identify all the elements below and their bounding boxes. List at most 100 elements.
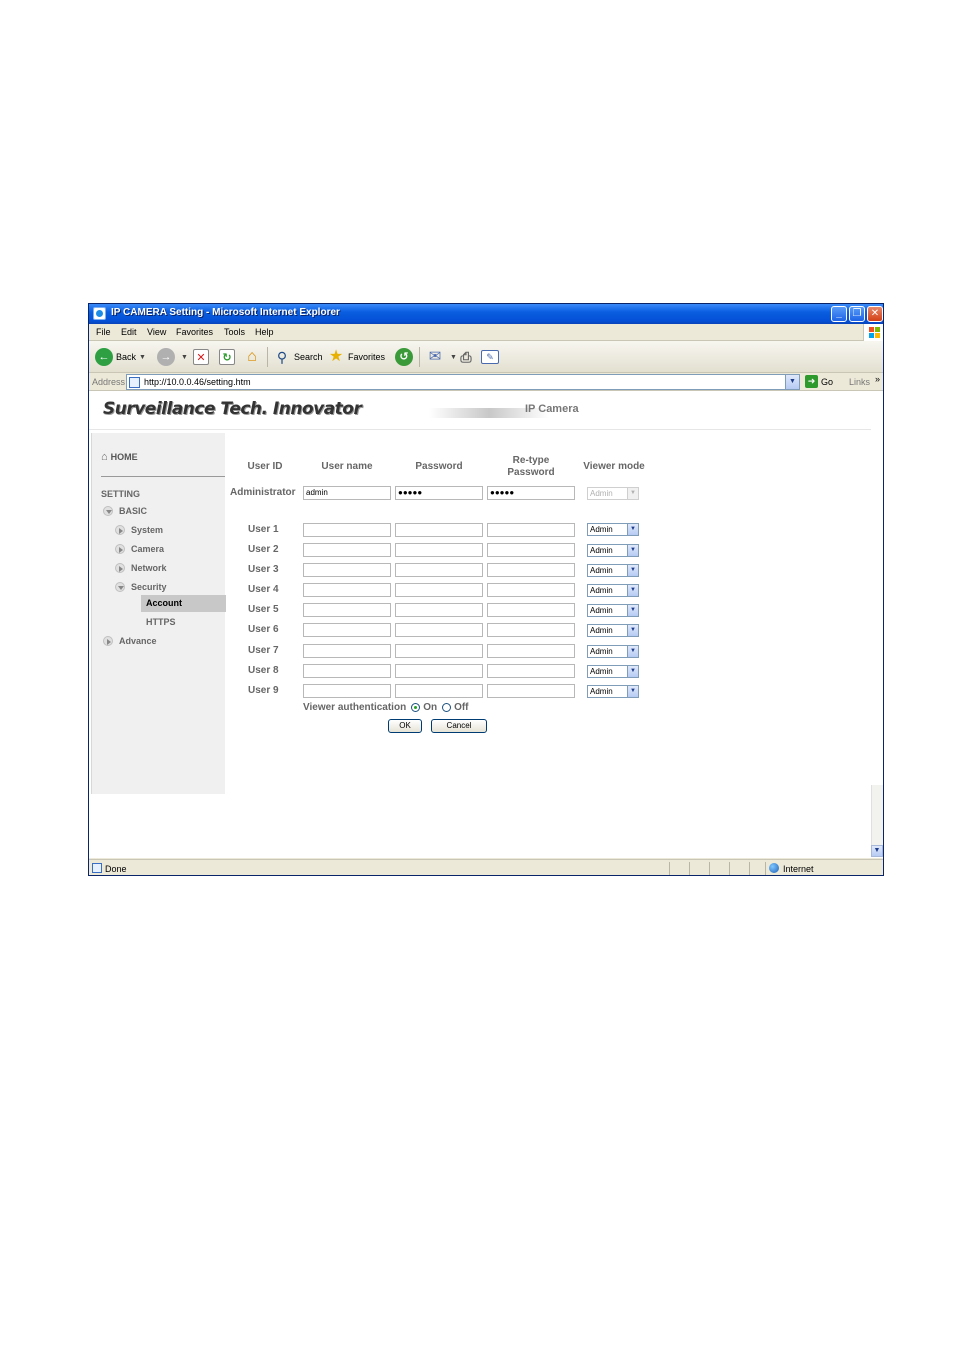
forward-dropdown-icon[interactable]: ▼ [181,354,188,361]
go-button[interactable]: ➜ Go [805,375,833,388]
sidebar-item-home[interactable]: ⌂ HOME [101,451,138,463]
chevron-down-icon[interactable]: ▼ [627,565,638,576]
chevron-down-icon[interactable]: ▼ [627,625,638,636]
user-username-input[interactable] [303,684,391,698]
sidebar-item-https[interactable]: HTTPS [146,617,176,627]
user-username-input[interactable] [303,623,391,637]
user-retype-password-input[interactable] [487,543,575,557]
scroll-down-icon[interactable]: ▼ [871,845,883,857]
user-password-input[interactable] [395,623,483,637]
menu-view[interactable]: View [147,327,166,337]
chevron-down-icon[interactable]: ▼ [627,646,638,657]
mail-dropdown-icon[interactable]: ▼ [450,354,457,361]
search-button[interactable]: ⚲ Search [273,347,323,367]
user-viewer-mode-select[interactable]: Admin ▼ [587,584,639,597]
user-username-input[interactable] [303,603,391,617]
user-password-input[interactable] [395,583,483,597]
admin-retype-password-input[interactable]: ●●●●● [487,486,575,500]
vertical-scrollbar[interactable]: ▼ [871,391,883,858]
user-username-input[interactable] [303,543,391,557]
user-password-input[interactable] [395,684,483,698]
links-chevron-icon[interactable]: » [875,374,880,384]
user-viewer-mode-select[interactable]: Admin ▼ [587,544,639,557]
sidebar-item-camera[interactable]: Camera [115,544,164,554]
user-username-input[interactable] [303,563,391,577]
sidebar-item-advance[interactable]: Advance [103,636,157,646]
user-retype-password-input[interactable] [487,563,575,577]
refresh-button[interactable]: ↻ [219,347,238,367]
sidebar-item-basic[interactable]: BASIC [103,506,147,516]
stop-button[interactable]: ✕ [193,347,212,367]
status-divider [729,862,730,875]
user-viewer-mode-select[interactable]: Admin ▼ [587,523,639,536]
user-viewer-mode-value: Admin [590,687,613,696]
user-username-input[interactable] [303,664,391,678]
menu-help[interactable]: Help [255,327,274,337]
close-button[interactable]: ✕ [867,306,883,322]
chevron-down-icon[interactable]: ▼ [627,686,638,697]
user-retype-password-input[interactable] [487,664,575,678]
viewer-auth-off-label[interactable]: Off [454,702,468,713]
minimize-button[interactable]: _ [831,306,847,322]
user-retype-password-input[interactable] [487,623,575,637]
address-input[interactable]: http://10.0.0.46/setting.htm ▼ [126,374,800,390]
viewer-auth-off-radio[interactable] [442,703,452,712]
user-password-input[interactable] [395,523,483,537]
sidebar-item-network[interactable]: Network [115,563,167,573]
mail-button[interactable]: ✉ ▼ [426,347,457,367]
sidebar-item-security[interactable]: Security [115,582,167,592]
user-retype-password-input[interactable] [487,523,575,537]
user-viewer-mode-select[interactable]: Admin ▼ [587,665,639,678]
user-username-input[interactable] [303,523,391,537]
user-retype-password-input[interactable] [487,603,575,617]
cancel-button[interactable]: Cancel [431,719,487,733]
user-password-input[interactable] [395,644,483,658]
viewer-auth-on-label[interactable]: On [423,702,437,713]
admin-username-input[interactable]: admin [303,486,391,500]
admin-password-input[interactable]: ●●●●● [395,486,483,500]
restore-button[interactable]: ❐ [849,306,865,322]
home-button[interactable]: ⌂ [243,347,264,367]
chevron-down-icon[interactable]: ▼ [627,666,638,677]
address-dropdown-icon[interactable]: ▼ [785,375,799,389]
menu-file[interactable]: File [96,327,111,337]
menu-edit[interactable]: Edit [121,327,137,337]
scrollbar-track[interactable] [871,785,883,845]
toolbar-separator [267,347,268,367]
forward-arrow-icon: → [157,348,175,366]
sidebar-item-account[interactable]: Account [141,595,226,612]
user-retype-password-input[interactable] [487,684,575,698]
stop-icon: ✕ [193,349,209,365]
chevron-down-icon[interactable]: ▼ [627,524,638,535]
user-viewer-mode-select[interactable]: Admin ▼ [587,685,639,698]
forward-button[interactable]: → ▼ [157,347,188,367]
chevron-down-icon[interactable]: ▼ [627,545,638,556]
chevron-down-icon[interactable]: ▼ [627,585,638,596]
user-viewer-mode-select[interactable]: Admin ▼ [587,645,639,658]
chevron-down-icon[interactable]: ▼ [627,605,638,616]
user-viewer-mode-select[interactable]: Admin ▼ [587,604,639,617]
ok-button[interactable]: OK [388,719,422,733]
user-password-input[interactable] [395,563,483,577]
user-password-input[interactable] [395,603,483,617]
menu-favorites[interactable]: Favorites [176,327,213,337]
address-url[interactable]: http://10.0.0.46/setting.htm [144,377,251,387]
sidebar-item-system[interactable]: System [115,525,163,535]
user-username-input[interactable] [303,583,391,597]
history-button[interactable]: ↺ [395,347,416,367]
user-viewer-mode-select[interactable]: Admin ▼ [587,624,639,637]
user-retype-password-input[interactable] [487,583,575,597]
user-retype-password-input[interactable] [487,644,575,658]
links-label[interactable]: Links [849,377,870,387]
back-dropdown-icon[interactable]: ▼ [139,354,146,361]
back-button[interactable]: ← Back ▼ [95,347,146,367]
menu-tools[interactable]: Tools [224,327,245,337]
print-button[interactable]: ⎙ [457,347,478,367]
user-viewer-mode-select[interactable]: Admin ▼ [587,564,639,577]
user-password-input[interactable] [395,543,483,557]
edit-button[interactable]: ✎ [481,347,502,367]
user-username-input[interactable] [303,644,391,658]
favorites-button[interactable]: ★ Favorites [327,347,385,367]
user-password-input[interactable] [395,664,483,678]
viewer-auth-on-radio[interactable] [411,703,421,712]
